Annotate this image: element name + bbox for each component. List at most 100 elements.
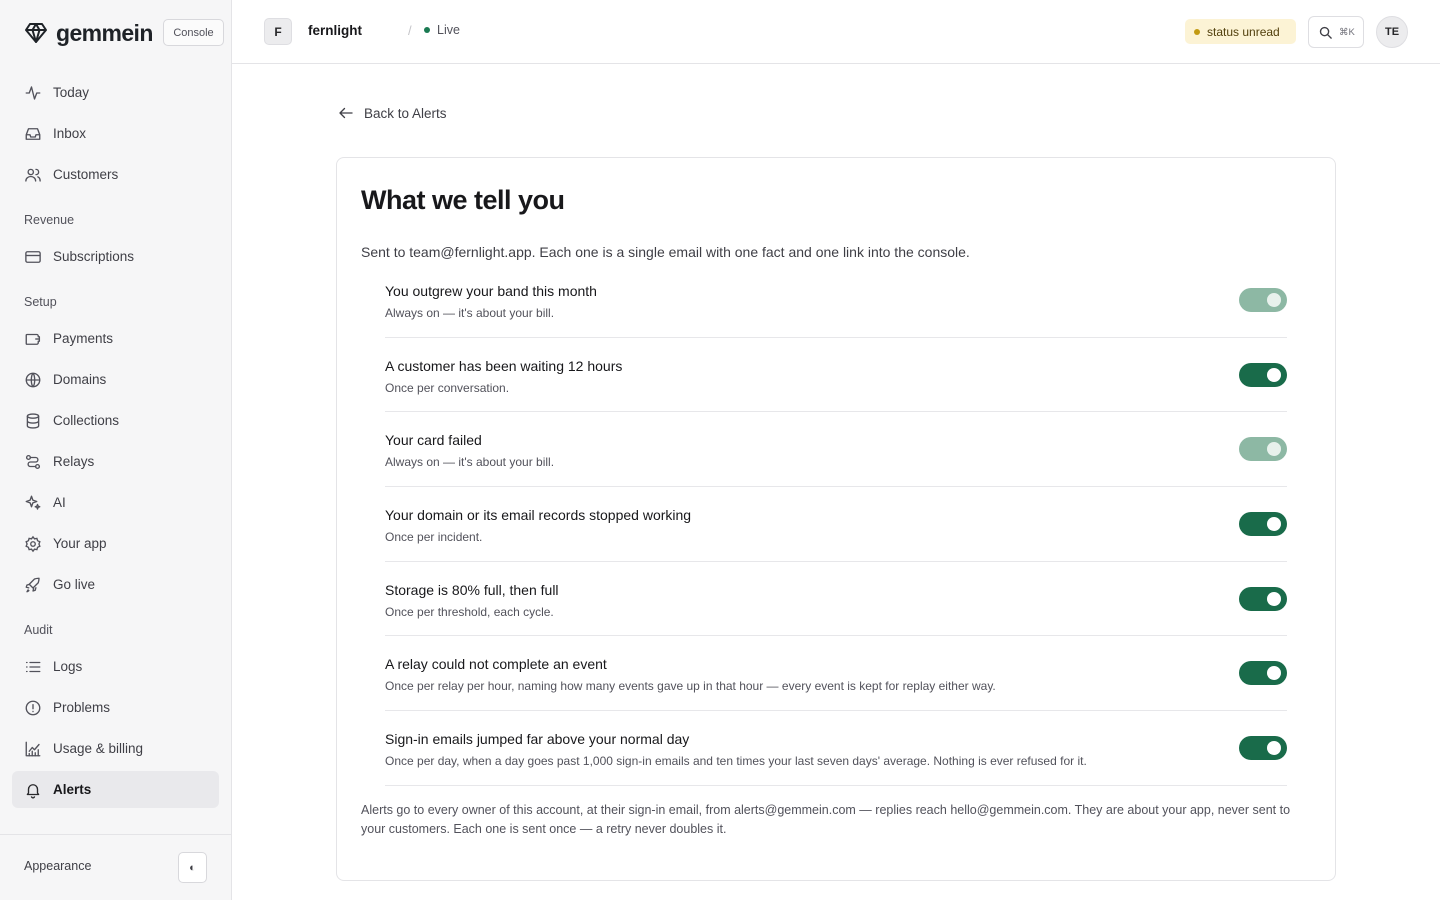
gear-icon xyxy=(24,535,42,553)
sidebar-item-label: Inbox xyxy=(53,126,87,141)
alerts-list: You outgrew your band this month Always … xyxy=(385,263,1287,786)
toggle-knob xyxy=(1267,293,1281,307)
sidebar-item-label: Go live xyxy=(53,577,96,592)
back-to-alerts-link[interactable]: Back to Alerts xyxy=(337,104,447,122)
toggle-knob xyxy=(1267,442,1281,457)
sparkles-icon xyxy=(24,494,42,512)
environment-indicator[interactable]: Live xyxy=(424,23,460,37)
status-badge[interactable]: status unread xyxy=(1185,19,1296,44)
sidebar-item-label: Customers xyxy=(53,167,119,182)
brand-name: gemmein xyxy=(56,19,153,46)
breadcrumb-separator: / xyxy=(408,23,412,38)
nav-section-revenue: Revenue xyxy=(24,213,75,227)
console-badge: Console xyxy=(163,19,224,46)
sidebar-item-usage-billing[interactable]: Usage & billing xyxy=(12,730,219,767)
toggle-knob xyxy=(1267,666,1281,681)
alert-title: A relay could not complete an event xyxy=(385,656,607,673)
live-dot-icon xyxy=(424,27,430,33)
wallet-icon xyxy=(24,330,42,348)
sidebar-item-relays[interactable]: Relays xyxy=(12,443,219,480)
sidebar-item-customers[interactable]: Customers xyxy=(12,156,219,193)
sidebar-item-label: Relays xyxy=(53,454,95,469)
alert-toggle[interactable] xyxy=(1239,736,1287,761)
toggle-knob xyxy=(1267,741,1281,756)
status-label: status unread xyxy=(1207,24,1280,39)
alert-subtitle: Once per relay per hour, naming how many… xyxy=(385,679,996,694)
contrast-icon: ◐ xyxy=(189,861,196,874)
sidebar-item-payments[interactable]: Payments xyxy=(12,320,219,357)
sidebar-footer: Appearance ◐ xyxy=(0,834,231,900)
alert-subtitle: Always on — it's about your bill. xyxy=(385,306,555,320)
alerts-footnote: Alerts go to every owner of this account… xyxy=(361,803,1291,836)
search-button[interactable]: ⌘K xyxy=(1308,16,1364,48)
sidebar: gemmein Console Today Inbox Customers Re… xyxy=(0,0,232,900)
alert-toggle-locked[interactable] xyxy=(1239,288,1287,312)
alert-row: Your card failed Always on — it's about … xyxy=(385,412,1287,488)
alert-subtitle: Once per conversation. xyxy=(385,380,510,395)
alert-circle-icon xyxy=(24,699,42,717)
alert-title: You outgrew your band this month xyxy=(385,283,597,299)
sidebar-item-today[interactable]: Today xyxy=(12,74,219,111)
sidebar-item-label: Alerts xyxy=(53,782,92,797)
alert-subtitle: Once per incident. xyxy=(385,530,483,545)
toggle-knob xyxy=(1267,367,1281,382)
sidebar-item-label: Logs xyxy=(53,659,83,674)
project-switcher[interactable]: fernlight xyxy=(308,23,362,38)
chart-icon xyxy=(24,740,42,758)
database-icon xyxy=(24,412,42,430)
alert-toggle[interactable] xyxy=(1239,586,1287,611)
gem-logo-icon xyxy=(24,21,48,45)
activity-icon xyxy=(24,84,42,102)
sidebar-item-collections[interactable]: Collections xyxy=(12,402,219,439)
alert-toggle[interactable] xyxy=(1239,661,1287,686)
globe-icon xyxy=(24,371,42,389)
credit-card-icon xyxy=(24,248,42,266)
sidebar-item-label: Domains xyxy=(53,372,107,387)
back-link-label: Back to Alerts xyxy=(364,105,447,121)
sidebar-item-label: Payments xyxy=(53,331,114,346)
route-icon xyxy=(24,453,42,471)
sidebar-item-label: Your app xyxy=(53,536,107,551)
alert-toggle[interactable] xyxy=(1239,512,1287,537)
user-avatar[interactable]: TE xyxy=(1376,16,1408,48)
bell-icon xyxy=(24,781,42,799)
sidebar-item-logs[interactable]: Logs xyxy=(12,648,219,685)
nav-section-setup: Setup xyxy=(24,295,57,309)
project-avatar[interactable]: F xyxy=(264,18,292,45)
status-dot-icon xyxy=(1194,28,1200,35)
sidebar-item-subscriptions[interactable]: Subscriptions xyxy=(12,238,219,275)
alert-toggle[interactable] xyxy=(1239,362,1287,387)
appearance-label: Appearance xyxy=(24,859,92,873)
sidebar-item-label: Collections xyxy=(53,413,120,428)
environment-label: Live xyxy=(437,23,460,37)
alert-row: A relay could not complete an event Once… xyxy=(385,636,1287,712)
sidebar-item-go-live[interactable]: Go live xyxy=(12,566,219,603)
alert-subtitle: Always on — it's about your bill. xyxy=(385,455,555,470)
sidebar-item-inbox[interactable]: Inbox xyxy=(12,115,219,152)
rocket-icon xyxy=(24,576,42,594)
sidebar-item-label: Usage & billing xyxy=(53,741,144,756)
alert-row: Sign-in emails jumped far above your nor… xyxy=(385,711,1287,786)
appearance-toggle-button[interactable]: ◐ xyxy=(178,852,207,883)
page-title: What we tell you xyxy=(361,185,565,215)
alert-toggle-locked[interactable] xyxy=(1239,437,1287,462)
sidebar-item-label: AI xyxy=(53,495,66,510)
sidebar-item-domains[interactable]: Domains xyxy=(12,361,219,398)
list-icon xyxy=(24,658,42,676)
search-shortcut: ⌘K xyxy=(1339,26,1355,38)
alert-title: Your card failed xyxy=(385,432,482,449)
arrow-left-icon xyxy=(337,104,355,122)
users-icon xyxy=(24,166,42,184)
sidebar-item-problems[interactable]: Problems xyxy=(12,689,219,726)
alert-row: A customer has been waiting 12 hours Onc… xyxy=(385,338,1287,413)
sidebar-item-label: Subscriptions xyxy=(53,249,135,264)
sidebar-item-alerts[interactable]: Alerts xyxy=(12,771,219,808)
sidebar-item-ai[interactable]: AI xyxy=(12,484,219,521)
alert-title: A customer has been waiting 12 hours xyxy=(385,357,623,374)
toggle-knob xyxy=(1267,591,1281,606)
brand[interactable]: gemmein xyxy=(24,19,153,47)
topbar: F fernlight / Live status unread ⌘K TE xyxy=(232,0,1440,64)
sidebar-item-your-app[interactable]: Your app xyxy=(12,525,219,562)
sidebar-nav: Today Inbox Customers Revenue Subscripti… xyxy=(12,74,219,812)
alert-row: Your domain or its email records stopped… xyxy=(385,487,1287,562)
